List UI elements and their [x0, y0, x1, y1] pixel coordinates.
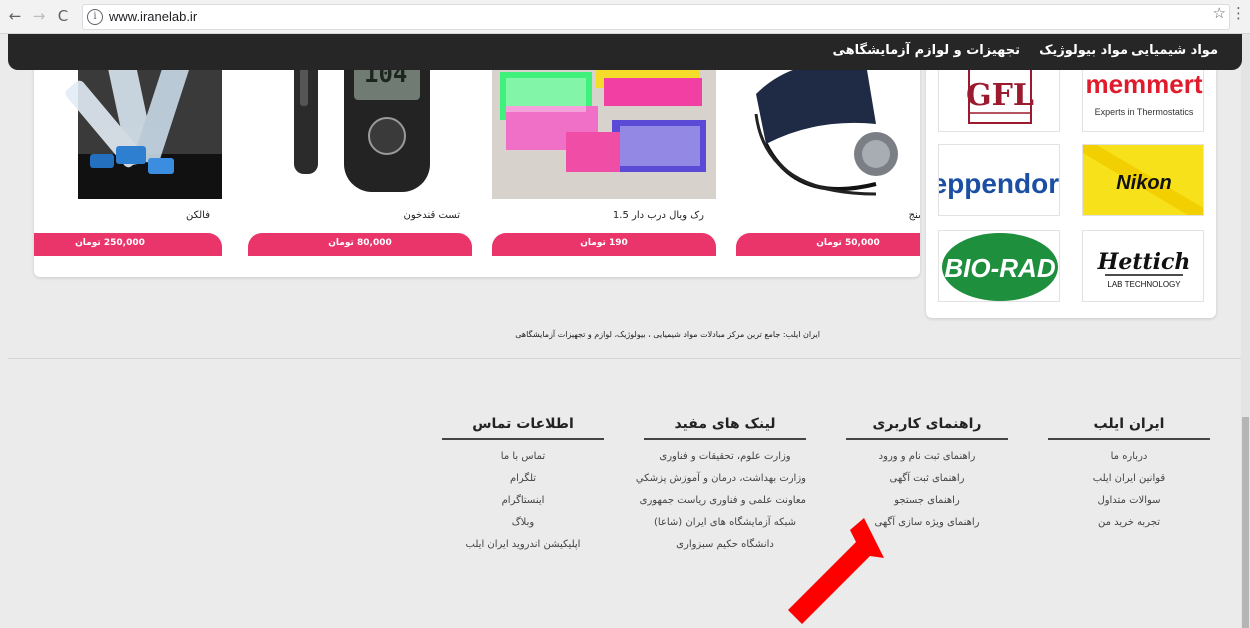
red-arrow-icon: [788, 518, 884, 624]
brand-memmert-text: memmert: [1085, 69, 1202, 99]
footer-link[interactable]: وزارت بهداشت، درمان و آموزش پزشکي: [636, 473, 806, 484]
brand-eppendorf[interactable]: eppendorf: [938, 144, 1060, 216]
footer-link[interactable]: راهنمای ثبت نام و ورود: [846, 451, 1008, 462]
footer-link[interactable]: درباره ما: [1048, 451, 1210, 462]
product-name[interactable]: فشارسنج: [909, 210, 920, 221]
reload-icon[interactable]: C: [54, 6, 72, 26]
footer-link[interactable]: اپلیکیشن اندروید ایران ایلب: [442, 539, 604, 550]
page-content: مواد شیمیایی مواد بیولوژیک تجهیزات و لوا…: [0, 34, 1250, 628]
footer-link[interactable]: راهنمای ثبت آگهی: [846, 473, 1008, 484]
footer-link[interactable]: سوالات متداول: [1048, 495, 1210, 506]
forward-icon[interactable]: →: [30, 6, 48, 26]
product-price: 50,000 تومان: [816, 238, 880, 248]
price-badge: 80,000 تومان: [248, 233, 472, 256]
brand-gfl-text: GFL: [966, 78, 1034, 113]
page-scrollbar[interactable]: [1241, 34, 1250, 628]
address-bar[interactable]: i www.iranelab.ir: [82, 4, 1230, 30]
footer-link[interactable]: معاونت علمی و فناوری ریاست جمهوری: [640, 495, 806, 506]
footer-link[interactable]: تجربه خرید من: [1048, 517, 1210, 528]
brand-hettich-sub: LAB TECHNOLOGY: [1107, 280, 1181, 289]
product-price: 190 تومان: [580, 238, 628, 248]
browser-menu-icon[interactable]: ⋮: [1231, 4, 1246, 22]
brand-biorad-text: BIO-RAD: [944, 253, 1055, 283]
footer-link[interactable]: قوانین ایران ایلب: [1048, 473, 1210, 484]
price-badge: 50,000 تومان: [736, 233, 920, 256]
footer-column-about: ایران ایلب درباره ما قوانین ایران ایلب س…: [1048, 416, 1210, 528]
price-badge: 190 تومان: [492, 233, 716, 256]
footer-heading: ایران ایلب: [1048, 416, 1210, 440]
price-badge: 250,000 تومان: [34, 233, 222, 256]
product-price: 250,000 تومان: [75, 238, 145, 248]
footer-column-contact: اطلاعات تماس تماس با ما تلگرام اینستاگرا…: [442, 416, 604, 550]
brand-hettich-text: Hettich: [1097, 249, 1191, 275]
product-name[interactable]: رک ویال درب دار 1.5: [613, 210, 704, 221]
brand-hettich[interactable]: Hettich LAB TECHNOLOGY: [1082, 230, 1204, 302]
footer-link[interactable]: تلگرام: [442, 473, 604, 484]
brand-memmert-sub: Experts in Thermostatics: [1095, 107, 1194, 117]
products-carousel: فالکن 250,000 تومان 104 تست قندخون 80,00…: [34, 34, 920, 277]
brands-panel: GFL memmert Experts in Thermostatics epp…: [926, 34, 1216, 318]
scrollbar-thumb[interactable]: [1242, 417, 1249, 628]
browser-toolbar: ← → C i www.iranelab.ir ☆ ⋮: [0, 0, 1250, 34]
footer-link[interactable]: وبلاگ: [442, 517, 604, 528]
product-price: 80,000 تومان: [328, 238, 392, 248]
nav-item-equipment[interactable]: تجهیزات و لوازم آزمایشگاهی: [833, 43, 1021, 58]
brand-gfl[interactable]: GFL: [938, 60, 1060, 132]
bookmark-star-icon[interactable]: ☆: [1213, 4, 1226, 22]
brand-eppendorf-text: eppendorf: [939, 168, 1060, 199]
product-name[interactable]: تست قندخون: [404, 210, 460, 221]
product-name[interactable]: فالکن: [186, 210, 210, 221]
brand-nikon[interactable]: Nikon: [1082, 144, 1204, 216]
footer-heading: لینک های مفید: [644, 416, 806, 440]
back-icon[interactable]: ←: [6, 6, 24, 26]
footer-heading: اطلاعات تماس: [442, 416, 604, 440]
divider: [8, 358, 1242, 359]
address-url[interactable]: www.iranelab.ir: [109, 9, 197, 24]
brand-nikon-text: Nikon: [1116, 172, 1172, 194]
footer-link[interactable]: راهنمای جستجو: [846, 495, 1008, 506]
nav-item-biological[interactable]: مواد بیولوژیک: [1039, 43, 1128, 58]
footer-heading: راهنمای کاربری: [846, 416, 1008, 440]
nav-item-chemicals[interactable]: مواد شیمیایی: [1131, 43, 1218, 58]
footer-link[interactable]: اینستاگرام: [442, 495, 604, 506]
main-navbar: مواد شیمیایی مواد بیولوژیک تجهیزات و لوا…: [8, 34, 1242, 70]
footer-link[interactable]: وزارت علوم، تحقیقات و فناوری: [644, 451, 806, 462]
brand-memmert[interactable]: memmert Experts in Thermostatics: [1082, 60, 1204, 132]
brand-biorad[interactable]: BIO-RAD: [938, 230, 1060, 302]
info-icon[interactable]: i: [87, 9, 103, 25]
site-tagline: ایران ایلب: جامع ترین مرکز مبادلات مواد …: [515, 330, 820, 339]
footer-link[interactable]: تماس با ما: [442, 451, 604, 462]
